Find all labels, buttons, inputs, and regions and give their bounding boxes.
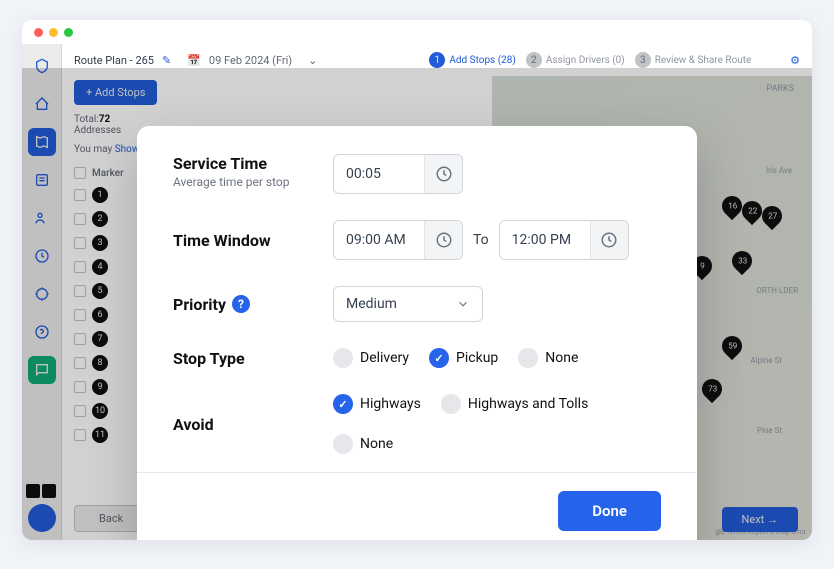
mac-titlebar [22,20,812,44]
stop-type-label: Stop Type [173,349,333,368]
stop-type-option[interactable]: None [518,348,578,368]
service-time-label: Service Time [173,154,333,173]
stop-type-option[interactable]: Delivery [333,348,409,368]
radio-circle[interactable] [429,348,449,368]
edit-icon[interactable]: ✎ [162,54,171,67]
avoid-label: Avoid [173,415,333,434]
avoid-option[interactable]: None [333,434,393,454]
done-button[interactable]: Done [558,491,661,531]
radio-circle[interactable] [333,394,353,414]
priority-label: Priority [173,295,226,314]
service-time-field[interactable] [334,166,424,182]
time-window-label: Time Window [173,231,333,250]
to-label: To [473,232,489,248]
window-minimize-button[interactable] [49,28,58,37]
priority-select[interactable]: Medium [333,286,483,322]
clock-icon[interactable] [424,155,462,193]
step-label[interactable]: Add Stops (28) [449,55,516,66]
avoid-option[interactable]: Highways [333,394,421,414]
step-label[interactable]: Assign Drivers (0) [546,55,625,66]
radio-label: Highways and Tolls [468,396,588,412]
steps-nav: 1 Add Stops (28) 2 Assign Drivers (0) 3 Revie… [423,52,751,68]
radio-label: Delivery [360,350,409,366]
step-label[interactable]: Review & Share Route [655,55,752,66]
radio-label: None [545,350,578,366]
service-time-sub: Average time per stop [173,175,333,189]
route-plan-title: Route Plan - 265 [74,54,154,67]
avoid-option[interactable]: Highways and Tolls [441,394,588,414]
divider [137,472,697,473]
stop-settings-modal: Service Time Average time per stop Time … [137,126,697,540]
window-close-button[interactable] [34,28,43,37]
app-window: Route Plan - 265 ✎ 📅 09 Feb 2024 (Fri) ⌄… [22,20,812,540]
avoid-radio-group: Highways Highways and Tolls None [333,394,661,454]
settings-icon[interactable]: ⚙ [790,54,800,67]
stop-type-option[interactable]: Pickup [429,348,498,368]
step-badge[interactable]: 3 [635,52,651,68]
priority-value: Medium [346,296,397,312]
radio-circle[interactable] [333,434,353,454]
priority-help-icon[interactable]: ? [232,295,250,313]
stop-type-radio-group: Delivery Pickup None [333,348,578,368]
service-time-input[interactable] [333,154,463,194]
step-badge[interactable]: 1 [429,52,445,68]
radio-label: None [360,436,393,452]
chevron-down-icon [456,297,470,311]
time-from-field[interactable] [334,232,424,248]
radio-label: Highways [360,396,421,412]
radio-circle[interactable] [441,394,461,414]
modal-overlay: Service Time Average time per stop Time … [22,68,812,540]
time-window-from-input[interactable] [333,220,463,260]
radio-circle[interactable] [333,348,353,368]
clock-icon[interactable] [590,221,628,259]
window-maximize-button[interactable] [64,28,73,37]
time-window-to-input[interactable] [499,220,629,260]
step-badge[interactable]: 2 [526,52,542,68]
radio-circle[interactable] [518,348,538,368]
radio-label: Pickup [456,350,498,366]
time-to-field[interactable] [500,232,590,248]
clock-icon[interactable] [424,221,462,259]
date-label[interactable]: 09 Feb 2024 (Fri) [209,54,292,67]
